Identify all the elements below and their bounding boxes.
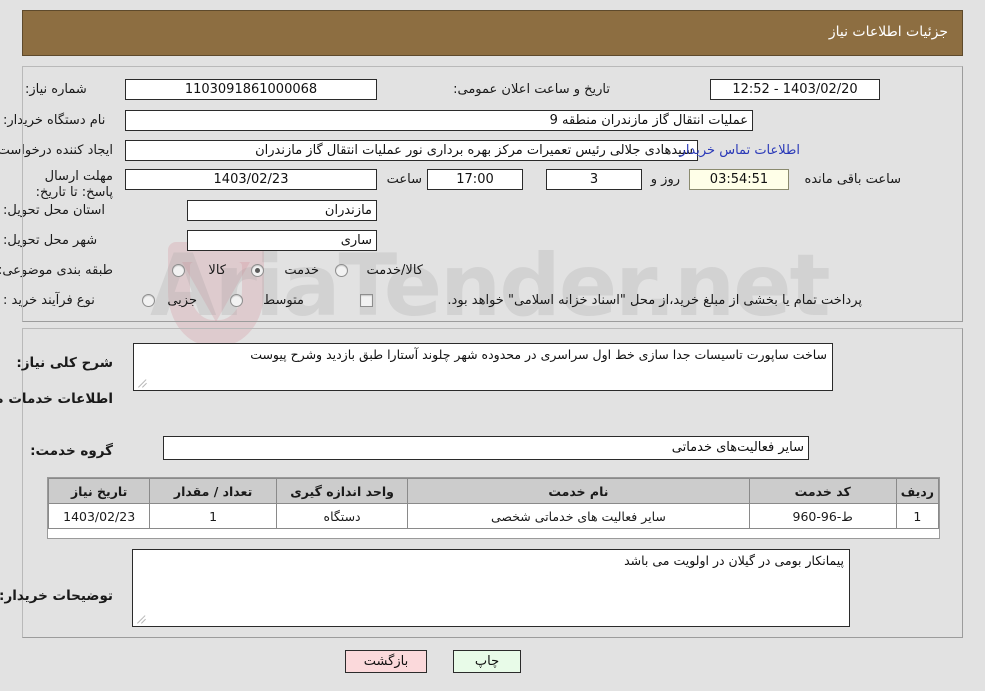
cell-code: ط-96-960: [748, 503, 897, 529]
th-need-date: تاریخ نیاز: [47, 478, 151, 504]
services-table: ردیف کد خدمت نام خدمت واحد اندازه گیری ت…: [47, 478, 940, 529]
services-table-container: ردیف کد خدمت نام خدمت واحد اندازه گیری ت…: [47, 477, 940, 539]
th-code: کد خدمت: [748, 478, 897, 504]
general-description-value: ساخت ساپورت تاسیسات جدا سازی خط اول سراس…: [250, 347, 827, 362]
th-name: نام خدمت: [407, 478, 750, 504]
table-header-row: ردیف کد خدمت نام خدمت واحد اندازه گیری ت…: [47, 478, 940, 504]
buyer-notes-value: پیمانکار بومی در گیلان در اولویت می باشد: [624, 553, 844, 568]
print-button[interactable]: چاپ: [453, 650, 521, 673]
page-title: جزئیات اطلاعات نیاز: [828, 24, 948, 40]
cell-unit: دستگاه: [275, 503, 409, 529]
need-info-panel: [22, 66, 963, 322]
cell-index: 1: [895, 503, 940, 529]
cell-qty: 1: [149, 503, 277, 529]
buyer-notes-label: توضیحات خریدار:: [0, 588, 113, 604]
general-description-label: شرح کلی نیاز:: [16, 355, 113, 371]
resize-grip-icon-2[interactable]: [136, 614, 146, 624]
th-qty: تعداد / مقدار: [149, 478, 277, 504]
page-header-bar: جزئیات اطلاعات نیاز: [22, 10, 963, 56]
cell-need-date: 1403/02/23: [47, 503, 151, 529]
table-row: 1 ط-96-960 سایر فعالیت های خدماتی شخصی د…: [47, 503, 940, 529]
buyer-notes-textarea[interactable]: پیمانکار بومی در گیلان در اولویت می باشد: [132, 549, 850, 627]
general-description-textarea[interactable]: ساخت ساپورت تاسیسات جدا سازی خط اول سراس…: [133, 343, 833, 391]
th-index: ردیف: [895, 478, 940, 504]
th-unit: واحد اندازه گیری: [275, 478, 409, 504]
resize-grip-icon[interactable]: [137, 378, 147, 388]
cell-name: سایر فعالیت های خدماتی شخصی: [407, 503, 750, 529]
service-group-label: گروه خدمت:: [30, 443, 113, 459]
services-section-heading: اطلاعات خدمات مورد نیاز: [0, 391, 113, 407]
back-button[interactable]: بازگشت: [345, 650, 427, 673]
page-root: AriaTender.net جزئیات اطلاعات نیاز شماره…: [0, 0, 985, 691]
